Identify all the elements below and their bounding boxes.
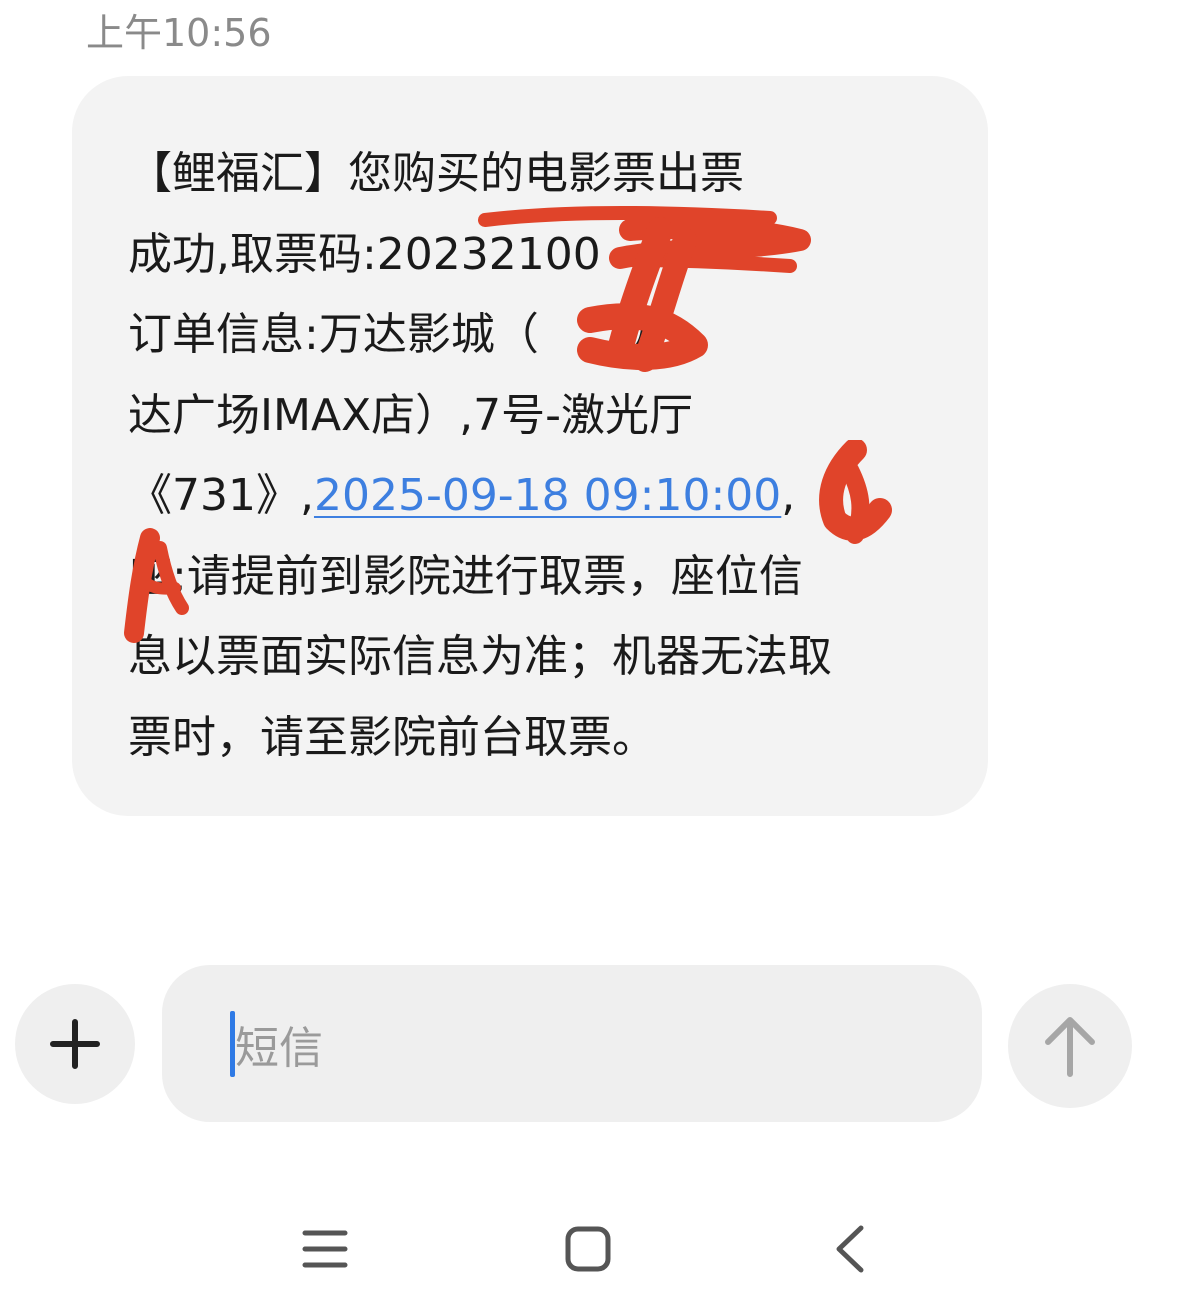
message-input-placeholder: 短信 (235, 1022, 323, 1074)
message-line-with-link: 《731》,2025-09-18 09:10:00, (128, 456, 948, 537)
home-nav-button[interactable] (553, 1214, 623, 1284)
messaging-screen: 上午10:56 【鲤福汇】您购买的电影票出票 成功,取票码:20232100 订… (0, 0, 1200, 1307)
message-line: 订单信息:万达影城（ 万 (128, 309, 671, 360)
back-nav-button[interactable] (816, 1214, 886, 1284)
message-input-field[interactable]: 短信 (162, 965, 982, 1122)
message-text: , (781, 470, 796, 521)
arrow-up-icon (1045, 1017, 1095, 1077)
message-bubble[interactable]: 【鲤福汇】您购买的电影票出票 成功,取票码:20232100 订单信息:万达影城… (72, 76, 988, 816)
message-line: 息以票面实际信息为准；机器无法取 (128, 631, 832, 682)
message-line: 票时，请至影院前台取票。 (128, 711, 656, 763)
square-home-icon (565, 1226, 611, 1272)
message-line: 达广场IMAX店）,7号-激光厅 (128, 389, 694, 441)
message-timestamp: 上午10:56 (86, 11, 272, 55)
send-button[interactable] (1008, 984, 1132, 1108)
menu-nav-button[interactable] (290, 1214, 360, 1284)
message-line: 成功,取票码:20232100 (128, 228, 601, 280)
menu-icon (302, 1230, 348, 1268)
plus-icon (50, 1019, 100, 1069)
message-line: 座;请提前到影院进行取票，座位信 (128, 550, 803, 602)
add-attachment-button[interactable] (15, 984, 135, 1104)
message-line: 【鲤福汇】您购买的电影票出票 (128, 148, 744, 199)
datetime-link[interactable]: 2025-09-18 09:10:00 (314, 470, 781, 521)
movie-title-text: 《731》, (128, 470, 314, 521)
chevron-left-icon (836, 1225, 864, 1273)
